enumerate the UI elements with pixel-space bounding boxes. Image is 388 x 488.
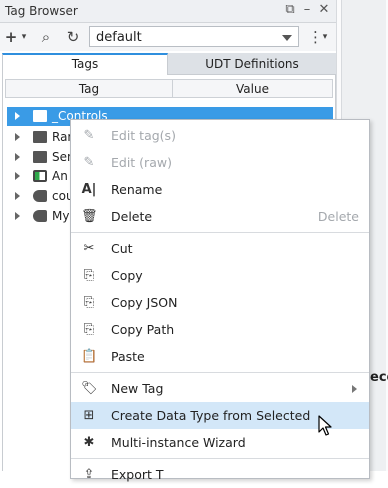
expand-icon[interactable] xyxy=(15,133,20,141)
expand-icon[interactable] xyxy=(15,212,20,220)
menu-item-export[interactable]: ⇪ Export T xyxy=(71,461,369,488)
menu-item-label: Edit tag(s) xyxy=(111,128,176,143)
minimize-icon[interactable]: – xyxy=(299,2,315,18)
menu-item-label: Copy Path xyxy=(111,322,175,337)
menu-item-copy-path[interactable]: ⎘ Copy Path xyxy=(71,316,369,343)
search-icon[interactable]: ⌕ xyxy=(38,27,54,47)
menu-separator xyxy=(71,232,369,233)
float-window-icon[interactable]: ⧉ xyxy=(282,2,298,18)
menu-item-label: Create Data Type from Selected xyxy=(111,408,311,423)
menu-item-label: Multi-instance Wizard xyxy=(111,435,246,450)
udt-instance-icon xyxy=(33,210,47,222)
expand-icon[interactable] xyxy=(15,172,20,180)
expand-icon[interactable] xyxy=(15,153,20,161)
menu-item-edit-tags[interactable]: ✎ Edit tag(s) xyxy=(71,122,369,149)
folder-icon xyxy=(33,110,47,122)
tag-provider-value: default xyxy=(96,30,142,45)
tab-udt-definitions[interactable]: UDT Definitions xyxy=(168,53,336,75)
create-udt-icon: ⊞ xyxy=(83,408,95,423)
add-dropdown-icon[interactable]: ▾ xyxy=(19,27,29,47)
tag-provider-select[interactable]: default xyxy=(89,26,299,47)
new-tag-icon: 🏷 xyxy=(81,381,98,396)
paste-icon: 📋 xyxy=(81,349,98,364)
refresh-icon[interactable]: ↻ xyxy=(64,27,82,47)
pencil-icon: ✎ xyxy=(83,128,95,143)
expand-icon[interactable] xyxy=(15,112,20,120)
browser-tabs: Tags UDT Definitions xyxy=(2,53,336,75)
copy-icon: ⎘ xyxy=(83,268,95,283)
close-icon[interactable]: ✕ xyxy=(316,2,332,18)
menu-item-rename[interactable]: A| Rename xyxy=(71,176,369,203)
menu-item-copy[interactable]: ⎘ Copy xyxy=(71,262,369,289)
chevron-down-icon xyxy=(282,35,292,41)
udt-instance-icon xyxy=(33,190,47,202)
tag-toolbar: + ▾ ⌕ ↻ default ⋮ ▾ xyxy=(0,23,336,51)
menu-item-label: Copy xyxy=(111,268,143,283)
menu-item-label: Rename xyxy=(111,182,163,197)
wizard-icon: ✱ xyxy=(83,435,95,450)
neighbor-panel-text: eco xyxy=(370,370,388,385)
scissors-icon: ✂ xyxy=(83,241,95,256)
rename-icon: A| xyxy=(81,182,97,197)
menu-item-label: Paste xyxy=(111,349,145,364)
tab-tags[interactable]: Tags xyxy=(2,53,168,75)
trash-icon: 🗑 xyxy=(81,209,98,224)
export-icon: ⇪ xyxy=(83,467,95,482)
panel-titlebar: Tag Browser ⧉ – ✕ xyxy=(0,0,336,23)
column-header-tag[interactable]: Tag xyxy=(5,79,173,98)
more-dropdown-icon[interactable]: ▾ xyxy=(320,27,330,47)
menu-item-shortcut: Delete xyxy=(317,209,359,224)
copy-json-icon: ⎘ xyxy=(83,295,95,310)
add-icon[interactable]: + xyxy=(4,27,18,47)
folder-icon xyxy=(33,151,47,163)
mouse-cursor-icon xyxy=(318,415,332,436)
menu-item-label: Export T xyxy=(111,467,164,482)
menu-item-label: Copy JSON xyxy=(111,295,178,310)
tag-icon xyxy=(33,170,47,182)
copy-path-icon: ⎘ xyxy=(83,322,95,337)
menu-item-paste[interactable]: 📋 Paste xyxy=(71,343,369,370)
menu-item-label: New Tag xyxy=(111,381,164,396)
pencil-icon: ✎ xyxy=(83,155,95,170)
column-header-value[interactable]: Value xyxy=(172,79,333,98)
menu-item-new-tag[interactable]: 🏷 New Tag xyxy=(71,375,369,402)
menu-item-cut[interactable]: ✂ Cut xyxy=(71,235,369,262)
menu-item-label: Edit (raw) xyxy=(111,155,172,170)
menu-separator xyxy=(71,372,369,373)
panel-title: Tag Browser xyxy=(5,4,78,18)
submenu-arrow-icon xyxy=(352,385,357,393)
menu-item-edit-raw[interactable]: ✎ Edit (raw) xyxy=(71,149,369,176)
folder-icon xyxy=(33,131,47,143)
expand-icon[interactable] xyxy=(15,192,20,200)
menu-separator xyxy=(71,458,369,459)
menu-item-delete[interactable]: 🗑 Delete Delete xyxy=(71,203,369,230)
menu-item-label: Cut xyxy=(111,241,133,256)
more-options-icon[interactable]: ⋮ xyxy=(308,27,323,47)
menu-item-label: Delete xyxy=(111,209,153,224)
menu-item-copy-json[interactable]: ⎘ Copy JSON xyxy=(71,289,369,316)
